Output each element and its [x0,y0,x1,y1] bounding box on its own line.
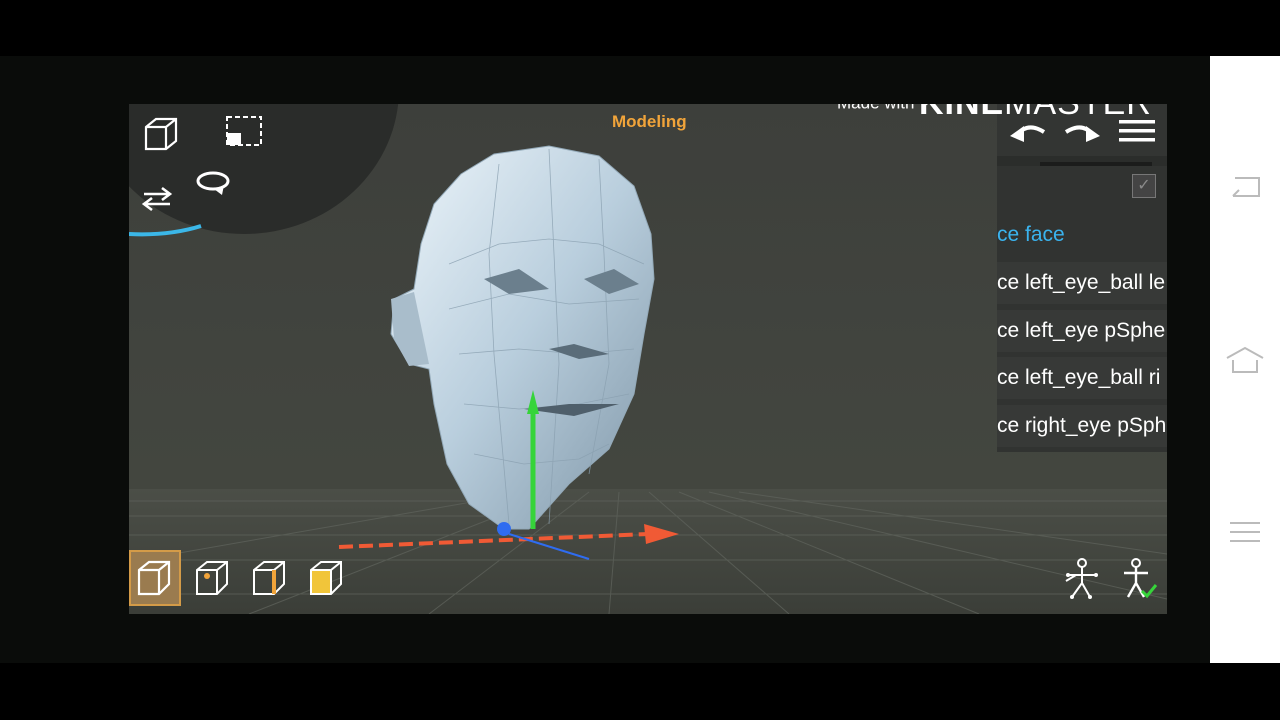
character-check-icon[interactable] [1115,556,1161,602]
back-icon[interactable] [1210,174,1280,200]
z-axis-handle[interactable] [497,522,511,536]
home-icon[interactable] [1210,346,1280,374]
x-axis-arrow[interactable] [644,524,679,544]
recents-icon[interactable] [1210,520,1280,544]
scene-list-item[interactable]: ce face [997,214,1167,256]
y-axis-arrow[interactable] [527,390,539,414]
scene-panel: ✓ ce face ce left_eye_ball le ce left_ey… [997,104,1167,454]
3d-viewport[interactable]: Modeling ✓ ce face ce left_eye_ball le c… [129,104,1167,614]
scene-list-item[interactable]: ce right_eye pSph [997,405,1167,447]
dial-progress-arc [129,224,202,237]
scene-list-item[interactable]: ce left_eye_ball le [997,262,1167,304]
scene-list-item[interactable]: ce left_eye_ball ri [997,357,1167,399]
select-region-icon[interactable] [224,114,264,150]
face-mode-button[interactable] [301,550,353,606]
x-axis-line [338,532,650,549]
android-nav-bar [1210,56,1280,663]
cube-view-icon[interactable] [141,114,181,154]
swap-arrows-icon[interactable] [139,184,175,214]
kinemaster-watermark: Made with KINEMASTER [837,104,1152,123]
skeleton-rig-icon[interactable] [1057,556,1103,602]
edge-mode-button[interactable] [244,550,296,606]
scene-list-item[interactable]: ce left_eye pSphe [997,310,1167,352]
select-all-checkbox[interactable]: ✓ [1132,174,1156,198]
mode-title: Modeling [612,112,687,131]
object-mode-button[interactable] [129,550,181,606]
rotate-icon[interactable] [193,166,233,196]
vertex-mode-button[interactable] [187,550,239,606]
